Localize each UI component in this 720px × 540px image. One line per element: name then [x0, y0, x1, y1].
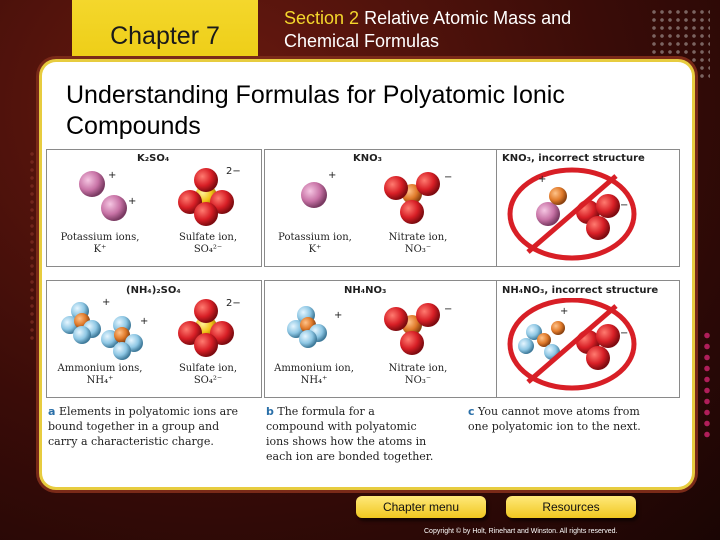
potassium-ion-3 — [301, 182, 327, 208]
ammonium-ion-2 — [101, 316, 143, 360]
section-heading: Section 2 Relative Atomic Mass and Chemi… — [284, 7, 644, 53]
charge-2minus-2: 2− — [226, 298, 241, 309]
resources-button[interactable]: Resources — [506, 496, 636, 518]
potassium-ion-2 — [101, 195, 127, 221]
chapter-label: Chapter 7 — [110, 21, 220, 50]
chapter-menu-label: Chapter menu — [382, 500, 460, 514]
chapter-menu-button[interactable]: Chapter menu — [356, 496, 486, 518]
charge-plus-1: + — [108, 170, 117, 181]
section-number: Section 2 — [284, 8, 360, 28]
caption-ammonium-ion: Ammonium ion, NH₄⁺ — [274, 363, 354, 386]
charge-plus-5: + — [140, 316, 149, 327]
decorative-left-dots — [28, 150, 36, 340]
caption-potassium-ion: Potassium ion, K⁺ — [278, 232, 352, 255]
caption-sulfate-ion: Sulfate ion, SO₄²⁻ — [178, 232, 238, 255]
charge-minus-2: − — [444, 304, 453, 315]
charge-minus-1: − — [444, 172, 453, 183]
caption-sulfate-ion-bottom: Sulfate ion, SO₄²⁻ — [178, 363, 238, 386]
charge-minus-incorrect-1: − — [620, 200, 629, 211]
charge-plus-2: + — [128, 196, 137, 207]
charge-plus-incorrect-1: + — [538, 174, 547, 185]
resources-label: Resources — [542, 500, 600, 514]
slide-title-line2: Compounds — [66, 112, 201, 140]
caption-ammonium-ions: Ammonium ions, NH₄⁺ — [57, 363, 143, 386]
decorative-side-dots — [702, 330, 712, 440]
potassium-ion-1 — [79, 171, 105, 197]
charge-plus-4: + — [102, 297, 111, 308]
nitrate-ion-top — [384, 172, 440, 224]
caption-c-text: You cannot move atoms from one polyatomi… — [468, 405, 641, 433]
caption-c: c You cannot move atoms from one polyato… — [468, 404, 658, 434]
caption-a-text: Elements in polyatomic ions are bound to… — [48, 405, 238, 448]
figure-divider-bottom — [496, 281, 497, 397]
section-title-line1: Relative Atomic Mass and — [364, 8, 572, 28]
incorrect-structure-nh4no3 — [507, 298, 637, 391]
caption-b-text: The formula for a compound with polyatom… — [266, 405, 434, 463]
caption-nitrate-ion-bottom: Nitrate ion, NO₃⁻ — [388, 363, 448, 386]
caption-b-letter: b — [266, 405, 274, 418]
slide-title-line1: Understanding Formulas for Polyatomic Io… — [66, 81, 565, 109]
charge-plus-6: + — [334, 310, 343, 321]
formula-kno3-incorrect: KNO₃, incorrect structure — [502, 153, 645, 164]
formula-nh4no3-incorrect: NH₄NO₃, incorrect structure — [502, 285, 659, 296]
caption-b: b The formula for a compound with polyat… — [266, 404, 436, 464]
nitrate-ion-bottom — [384, 303, 440, 355]
copyright-notice: Copyright © by Holt, Rinehart and Winsto… — [424, 528, 618, 535]
caption-nitrate-ion: Nitrate ion, NO₃⁻ — [388, 232, 448, 255]
slide-title: Understanding Formulas for Polyatomic Io… — [66, 80, 686, 142]
charge-plus-3: + — [328, 170, 337, 181]
ammonium-ion-3 — [287, 306, 327, 348]
ammonium-ion-1 — [61, 302, 101, 344]
caption-a-letter: a — [48, 405, 56, 418]
charge-2minus-1: 2− — [226, 166, 241, 177]
caption-potassium-ions: Potassium ions, K⁺ — [60, 232, 140, 255]
caption-a: a Elements in polyatomic ions are bound … — [48, 404, 238, 449]
section-title-line2: Chemical Formulas — [284, 31, 440, 51]
charge-plus-incorrect-2: + — [560, 306, 569, 317]
incorrect-structure-kno3 — [507, 167, 637, 261]
charge-minus-incorrect-2: − — [620, 328, 629, 339]
caption-c-letter: c — [468, 405, 475, 418]
figure-divider-top — [496, 150, 497, 266]
